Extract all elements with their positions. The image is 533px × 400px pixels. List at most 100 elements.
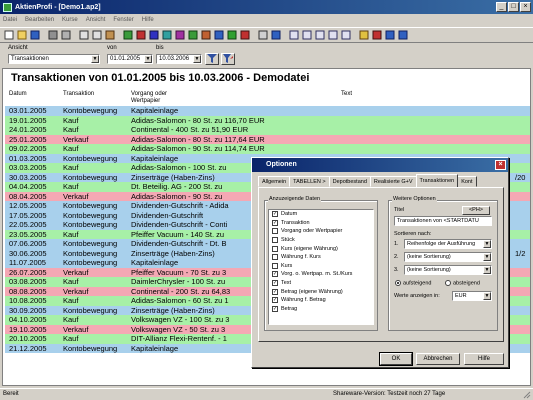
tab-3[interactable]: Depotbestand <box>328 176 371 187</box>
key-icon[interactable] <box>358 29 370 41</box>
menu-kurse[interactable]: Kurse <box>62 17 78 23</box>
aufsteigend-radio[interactable]: aufsteigend <box>395 280 431 286</box>
window-icon-3[interactable] <box>314 29 326 41</box>
calc-icon[interactable] <box>257 29 269 41</box>
chart-icon-4[interactable] <box>174 29 186 41</box>
help-book-icon[interactable] <box>384 29 396 41</box>
checkbox-icon[interactable] <box>272 237 278 244</box>
maximize-icon[interactable]: □ <box>508 2 519 12</box>
table-row[interactable]: 19.01.2005 Kauf Adidas-Salomon - 80 St. zu… <box>5 115 530 125</box>
checkbox-item[interactable]: ✓ Transaktion <box>269 219 373 228</box>
checkbox-icon[interactable] <box>272 254 278 261</box>
ansicht-select[interactable]: Transaktionen ▼ <box>8 54 100 64</box>
menu-bearbeiten[interactable]: Bearbeiten <box>25 17 54 23</box>
bookmark-icon[interactable] <box>371 29 383 41</box>
sort-3-select[interactable]: (keine Sortierung) ▼ <box>404 265 492 275</box>
menu-ansicht[interactable]: Ansicht <box>86 17 106 23</box>
abbrechen-button[interactable]: Abbrechen <box>416 353 460 365</box>
checkbox-checked-icon[interactable]: ✓ <box>272 271 278 278</box>
chart-icon-5[interactable] <box>187 29 199 41</box>
open-folder-icon[interactable] <box>16 29 28 41</box>
print-icon[interactable] <box>47 29 59 41</box>
sort-1-select[interactable]: Reihenfolge der Ausführung ▼ <box>404 239 492 249</box>
column-checklist[interactable]: ✓ Datum ✓ Transaktion Vorgang oder Wertpapie… <box>268 209 374 325</box>
tab-2[interactable]: TABELLEN > <box>289 176 330 187</box>
paste-icon[interactable] <box>104 29 116 41</box>
tab-1[interactable]: Allgemein <box>258 176 291 187</box>
chart-icon-7[interactable] <box>213 29 225 41</box>
absteigend-radio[interactable]: absteigend <box>445 280 480 286</box>
chevron-down-icon[interactable]: ▼ <box>483 253 491 261</box>
window-icon[interactable] <box>288 29 300 41</box>
menu-hilfe[interactable]: Hilfe <box>142 17 154 23</box>
window-icon-5[interactable] <box>340 29 352 41</box>
checkbox-icon[interactable] <box>272 245 278 252</box>
titel-input[interactable]: Transaktionen von <STARTDATU <box>394 216 492 226</box>
menu-bar: Datei Bearbeiten Kurse Ansicht Fenster H… <box>0 14 533 25</box>
checkbox-item[interactable]: ✓ Text <box>269 279 373 288</box>
chevron-down-icon[interactable]: ▼ <box>483 266 491 274</box>
hilfe-button[interactable]: Hilfe <box>464 353 504 365</box>
chevron-down-icon[interactable]: ▼ <box>193 55 201 63</box>
chevron-down-icon[interactable]: ▼ <box>91 55 99 63</box>
checkbox-item[interactable]: ✓ Betrag (eigene Währung) <box>269 287 373 296</box>
sort-2-select[interactable]: (keine Sortierung) ▼ <box>404 252 492 262</box>
chart-icon-6[interactable] <box>200 29 212 41</box>
close-icon[interactable]: × <box>495 160 506 170</box>
checkbox-checked-icon[interactable]: ✓ <box>272 305 278 312</box>
checkbox-item[interactable]: Kurs <box>269 262 373 271</box>
bis-date-input[interactable]: 10.03.2006 ▼ <box>156 54 202 64</box>
window-icon-2[interactable] <box>301 29 313 41</box>
table-row[interactable]: 24.01.2005 Kauf Continental - 400 St. zu 5… <box>5 125 530 135</box>
cut-icon[interactable] <box>78 29 90 41</box>
menu-fenster[interactable]: Fenster <box>113 17 133 23</box>
close-icon[interactable]: × <box>520 2 531 12</box>
help-icon[interactable] <box>397 29 409 41</box>
chart-icon-9[interactable] <box>239 29 251 41</box>
chevron-down-icon[interactable]: ▼ <box>144 55 152 63</box>
checkbox-item[interactable]: ✓ Vorg. o. Wertpap. m. St./Kurs <box>269 270 373 279</box>
checkbox-item[interactable]: ✓ Währung f. Betrag <box>269 296 373 305</box>
chart-icon-8[interactable] <box>226 29 238 41</box>
chart-icon-3[interactable] <box>161 29 173 41</box>
copy-icon[interactable] <box>91 29 103 41</box>
resize-grip-icon[interactable] <box>523 391 531 399</box>
book-icon[interactable] <box>270 29 282 41</box>
chart-icon[interactable] <box>135 29 147 41</box>
checkbox-item[interactable]: ✓ Betrag <box>269 305 373 314</box>
checkbox-item[interactable]: ✓ Datum <box>269 210 373 219</box>
menu-datei[interactable]: Datei <box>3 17 17 23</box>
minimize-icon[interactable]: _ <box>496 2 507 12</box>
window-icon-4[interactable] <box>327 29 339 41</box>
checkbox-item[interactable]: Kurs (eigene Währung) <box>269 244 373 253</box>
depot-icon[interactable] <box>122 29 134 41</box>
tab-6[interactable]: Kont <box>457 176 477 187</box>
von-date-input[interactable]: 01.01.2005 ▼ <box>107 54 153 64</box>
checkbox-checked-icon[interactable]: ✓ <box>272 219 278 226</box>
filter-button[interactable] <box>205 53 219 65</box>
print-preview-icon[interactable] <box>60 29 72 41</box>
ok-button[interactable]: OK <box>379 352 413 366</box>
chart-icon-2[interactable] <box>148 29 160 41</box>
chevron-down-icon[interactable]: ▼ <box>483 292 491 300</box>
save-icon[interactable] <box>29 29 41 41</box>
checkbox-checked-icon[interactable]: ✓ <box>272 280 278 287</box>
checkbox-icon[interactable] <box>272 228 278 235</box>
filter-edit-button[interactable] <box>221 53 235 65</box>
checkbox-item[interactable]: Vorgang oder Wertpapier <box>269 227 373 236</box>
table-row[interactable]: 09.02.2005 Kauf Adidas-Salomon - 90 St. zu… <box>5 144 530 154</box>
checkbox-checked-icon[interactable]: ✓ <box>272 288 278 295</box>
checkbox-item[interactable]: Währung f. Kurs <box>269 253 373 262</box>
new-file-icon[interactable] <box>3 29 15 41</box>
checkbox-item[interactable]: Stück <box>269 236 373 245</box>
tab-4[interactable]: Realisierte G+V <box>369 176 417 187</box>
tab-5[interactable]: Transaktionen <box>415 174 459 187</box>
checkbox-icon[interactable] <box>272 262 278 269</box>
checkbox-checked-icon[interactable]: ✓ <box>272 211 278 218</box>
placeholder-button[interactable]: <PH> <box>462 206 490 215</box>
table-row[interactable]: 25.01.2005 Verkauf Adidas-Salomon - 80 St.… <box>5 134 530 144</box>
checkbox-checked-icon[interactable]: ✓ <box>272 297 278 304</box>
table-row[interactable]: 03.01.2005 Kontobewegung Kapitaleinlage <box>5 106 530 116</box>
waehrung-select[interactable]: EUR ▼ <box>452 291 492 301</box>
chevron-down-icon[interactable]: ▼ <box>483 240 491 248</box>
